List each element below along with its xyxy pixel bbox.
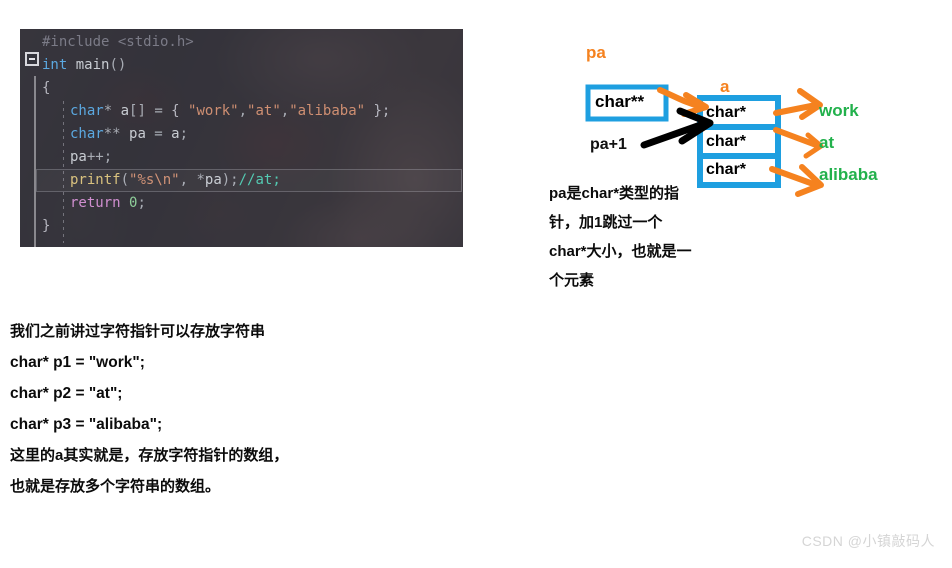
code-line[interactable]: char* a[] = { "work","at","alibaba" }; [20, 100, 463, 123]
code-token: "at" [247, 103, 281, 119]
code-token: pa [70, 149, 87, 165]
diagram-label-pa-plus-one: pa+1 [590, 136, 627, 153]
code-token: main [75, 57, 110, 73]
code-token: ; [179, 126, 189, 142]
code-token: #include [42, 34, 118, 50]
code-line-content: printf("%s\n", *pa);//at; [42, 172, 281, 188]
code-token: = [145, 126, 172, 142]
code-token: { [42, 80, 51, 96]
code-token: = [154, 103, 172, 119]
code-token: } [42, 218, 51, 234]
note-line: char*大小，也就是一 [549, 243, 692, 260]
code-editor[interactable]: #include <stdio.h> int main(){char* a[] =… [20, 29, 463, 247]
code-token: //at; [238, 172, 281, 188]
code-token: ** [103, 126, 130, 142]
code-line-content: #include <stdio.h> [42, 34, 194, 50]
code-line-content: char* a[] = { "work","at","alibaba" }; [42, 103, 390, 119]
code-token: [] [129, 103, 155, 119]
explanation-line: 这里的a其实就是，存放字符指针的数组， [10, 447, 289, 464]
string-literal-alibaba: alibaba [819, 165, 878, 184]
array-cell-label-0: char* [706, 104, 747, 121]
code-line-content: { [42, 80, 50, 96]
code-token: , [238, 103, 248, 119]
string-literal-at: at [819, 133, 835, 152]
code-line[interactable]: printf("%s\n", *pa);//at; [20, 169, 463, 192]
diagram-label-pa: pa [586, 43, 606, 62]
code-line[interactable]: } [20, 215, 463, 238]
code-token: { [171, 103, 189, 119]
array-cell-label-2: char* [706, 161, 747, 178]
explanation-text-block: 我们之前讲过字符指针可以存放字符串 char* p1 = "work"; char*… [10, 316, 430, 502]
pointer-box-label: char** [595, 92, 645, 111]
code-token: ; [137, 195, 146, 211]
code-token: ); [221, 172, 239, 188]
diagram-label-a: a [720, 77, 730, 96]
pointer-arithmetic-note: pa是char*类型的指 针，加1跳过一个 char*大小，也就是一 个元素 [549, 179, 779, 295]
code-token: printf [70, 172, 121, 188]
code-line[interactable]: return 0; [20, 192, 463, 215]
note-line: 个元素 [549, 272, 595, 289]
csdn-watermark: CSDN @小镇敲码人 [801, 533, 935, 549]
code-example-line: char* p1 = "work"; [10, 354, 145, 371]
code-line-content: int main() [42, 57, 126, 73]
code-token: ( [120, 172, 130, 188]
explanation-line: 我们之前讲过字符指针可以存放字符串 [10, 323, 266, 340]
code-token: "%s\n" [129, 172, 180, 188]
code-line-content: } [42, 218, 50, 234]
code-token: int [42, 57, 68, 73]
string-literal-work: work [819, 101, 859, 120]
code-example-line: char* p2 = "at"; [10, 385, 123, 402]
code-token: pa [204, 172, 222, 188]
code-line-content: char** pa = a; [42, 126, 188, 142]
code-line[interactable]: int main() [20, 54, 463, 77]
note-line: 针，加1跳过一个 [549, 214, 663, 231]
code-token: "work" [188, 103, 239, 119]
code-line-content: return 0; [42, 195, 146, 211]
code-token: a [171, 126, 180, 142]
code-token: pa [129, 126, 146, 142]
code-token: * [196, 172, 205, 188]
code-token: }; [365, 103, 391, 119]
code-line[interactable]: { [20, 77, 463, 100]
code-line[interactable]: char** pa = a; [20, 123, 463, 146]
code-token: char [70, 126, 104, 142]
explanation-line: 也就是存放多个字符串的数组。 [10, 478, 221, 495]
array-cell-label-1: char* [706, 133, 747, 150]
code-token: a [120, 103, 130, 119]
code-line-content: pa++; [42, 149, 112, 165]
code-token: <stdio.h> [117, 34, 194, 50]
code-text-area[interactable]: #include <stdio.h> int main(){char* a[] =… [20, 29, 463, 247]
code-line[interactable]: pa++; [20, 146, 463, 169]
code-token: "alibaba" [289, 103, 366, 119]
code-token: return [70, 195, 121, 211]
code-token: () [109, 57, 127, 73]
code-token: , [280, 103, 290, 119]
note-line: pa是char*类型的指 [549, 185, 680, 202]
code-token: ++; [86, 149, 113, 165]
code-line[interactable]: #include <stdio.h> [20, 29, 463, 54]
code-token: char [70, 103, 104, 119]
code-example-line: char* p3 = "alibaba"; [10, 416, 163, 433]
code-token: * [103, 103, 121, 119]
code-token: , [179, 172, 197, 188]
